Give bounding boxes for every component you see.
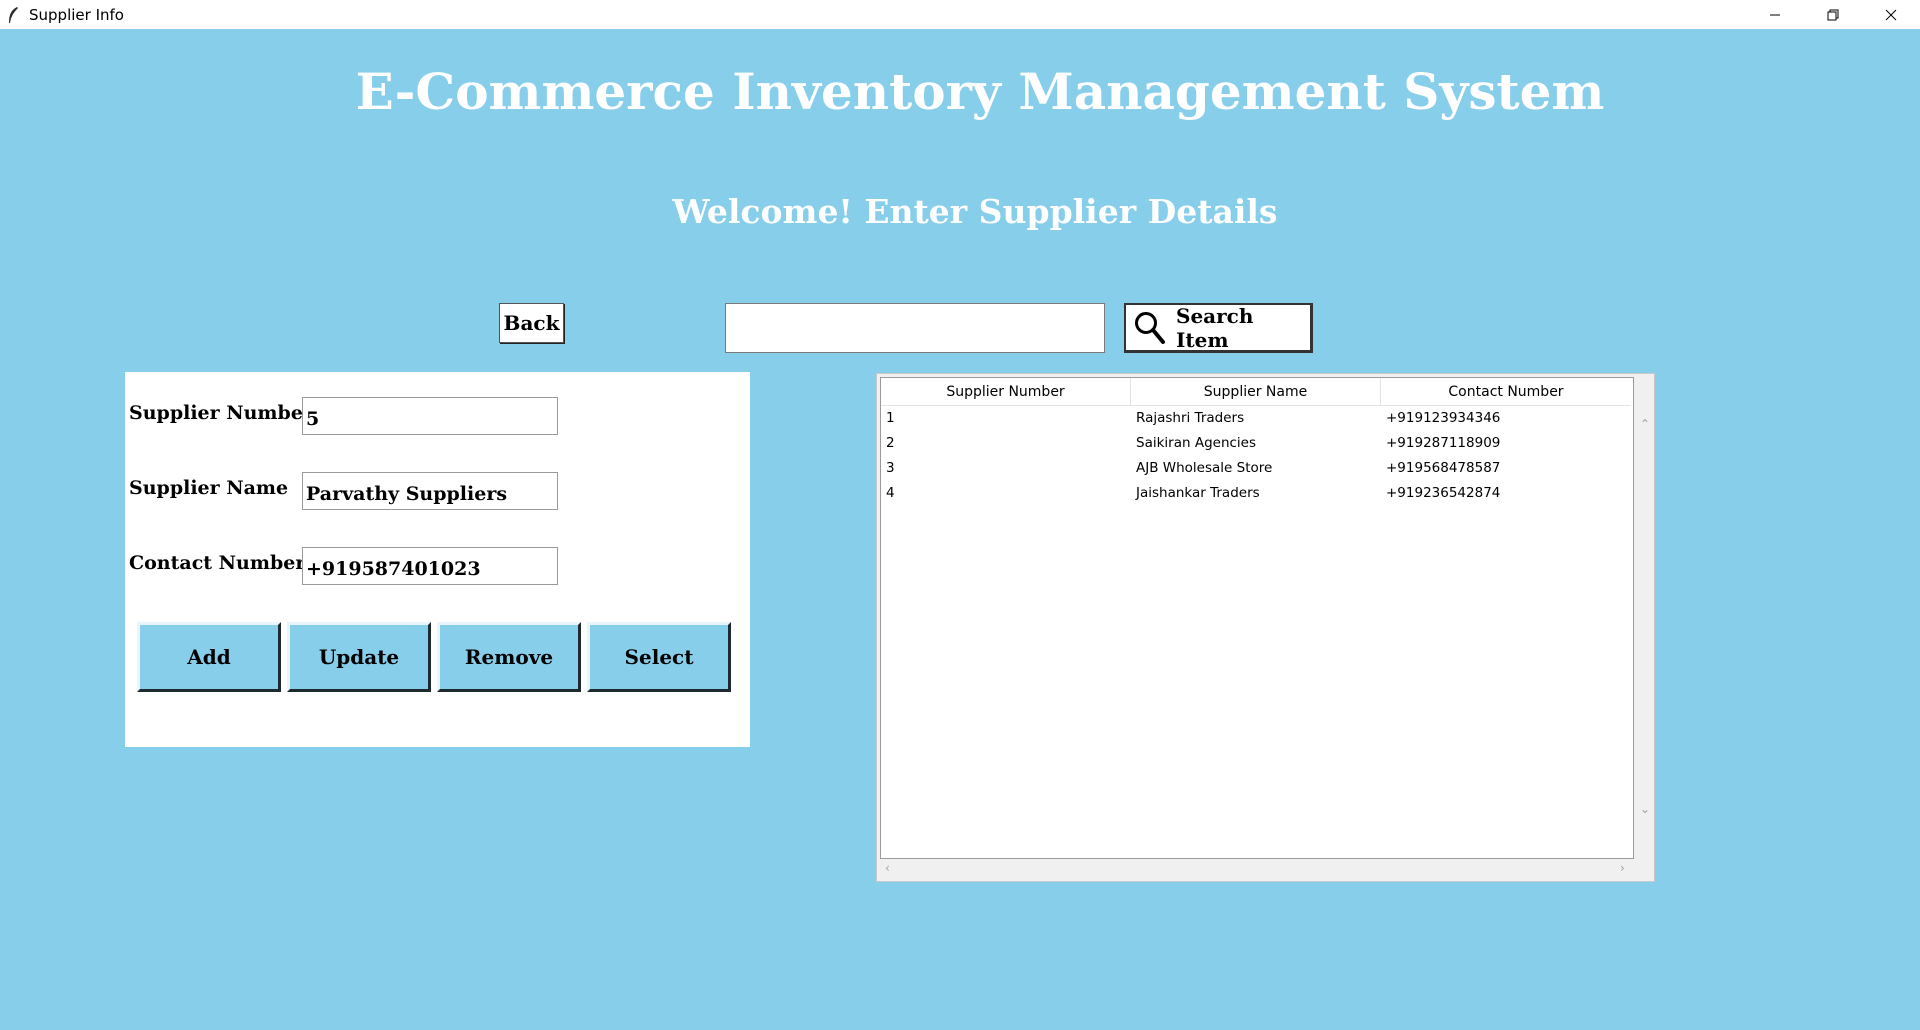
window-title: Supplier Info	[29, 5, 124, 24]
search-item-label: Search Item	[1176, 303, 1254, 352]
add-button[interactable]: Add	[137, 622, 281, 692]
select-button[interactable]: Select	[587, 622, 731, 692]
close-icon[interactable]	[1862, 0, 1920, 29]
vertical-scrollbar[interactable]: ⌃ ⌄	[1638, 377, 1652, 859]
cell-supplier-number: 2	[886, 435, 895, 451]
restore-icon[interactable]	[1804, 0, 1862, 29]
page-subtitle: Welcome! Enter Supplier Details	[672, 192, 1278, 231]
supplier-number-field[interactable]	[302, 397, 558, 435]
horizontal-scrollbar[interactable]: ‹ ›	[880, 861, 1634, 878]
table-header: Supplier Number Supplier Name Contact Nu…	[881, 378, 1633, 406]
table-row[interactable]: 2 Saikiran Agencies +919287118909	[881, 431, 1633, 456]
scroll-up-icon[interactable]: ⌃	[1640, 417, 1650, 431]
supplier-name-label: Supplier Name	[129, 477, 289, 499]
cell-supplier-number: 4	[886, 485, 895, 501]
table-viewport[interactable]: Supplier Number Supplier Name Contact Nu…	[880, 377, 1634, 859]
cell-contact-number: +919568478587	[1386, 460, 1501, 476]
supplier-number-label: Supplier Number	[129, 402, 313, 424]
supplier-form-panel: Supplier Number Supplier Name Contact Nu…	[125, 372, 750, 747]
column-header-contact-number[interactable]: Contact Number	[1381, 378, 1631, 406]
search-item-button[interactable]: Search Item	[1124, 303, 1313, 353]
cell-contact-number: +919287118909	[1386, 435, 1501, 451]
cell-contact-number: +919236542874	[1386, 485, 1501, 501]
feather-icon	[7, 6, 21, 24]
back-button[interactable]: Back	[499, 303, 564, 343]
supplier-name-field[interactable]	[302, 472, 558, 510]
scroll-right-icon[interactable]: ›	[1620, 861, 1625, 875]
cell-contact-number: +919123934346	[1386, 410, 1501, 426]
table-row[interactable]: 3 AJB Wholesale Store +919568478587	[881, 456, 1633, 481]
page-title: E-Commerce Inventory Management System	[355, 62, 1605, 121]
window-controls	[1746, 0, 1920, 29]
window-titlebar: Supplier Info	[0, 0, 1920, 29]
scroll-down-icon[interactable]: ⌄	[1640, 802, 1650, 816]
contact-number-field[interactable]	[302, 547, 558, 585]
update-button[interactable]: Update	[287, 622, 431, 692]
remove-button[interactable]: Remove	[437, 622, 581, 692]
search-input[interactable]	[725, 303, 1105, 353]
column-header-supplier-name[interactable]: Supplier Name	[1131, 378, 1381, 406]
cell-supplier-name: Jaishankar Traders	[1136, 485, 1260, 501]
minimize-icon[interactable]	[1746, 0, 1804, 29]
scroll-left-icon[interactable]: ‹	[885, 861, 890, 875]
table-row[interactable]: 1 Rajashri Traders +919123934346	[881, 406, 1633, 431]
search-icon	[1134, 311, 1166, 345]
table-body: 1 Rajashri Traders +919123934346 2 Saiki…	[881, 406, 1633, 506]
table-row[interactable]: 4 Jaishankar Traders +919236542874	[881, 481, 1633, 506]
cell-supplier-number: 1	[886, 410, 895, 426]
cell-supplier-name: Rajashri Traders	[1136, 410, 1245, 426]
supplier-table: Supplier Number Supplier Name Contact Nu…	[876, 373, 1655, 882]
cell-supplier-name: AJB Wholesale Store	[1136, 460, 1273, 476]
contact-number-label: Contact Number	[129, 552, 306, 574]
column-header-supplier-number[interactable]: Supplier Number	[881, 378, 1131, 406]
cell-supplier-number: 3	[886, 460, 895, 476]
cell-supplier-name: Saikiran Agencies	[1136, 435, 1257, 451]
